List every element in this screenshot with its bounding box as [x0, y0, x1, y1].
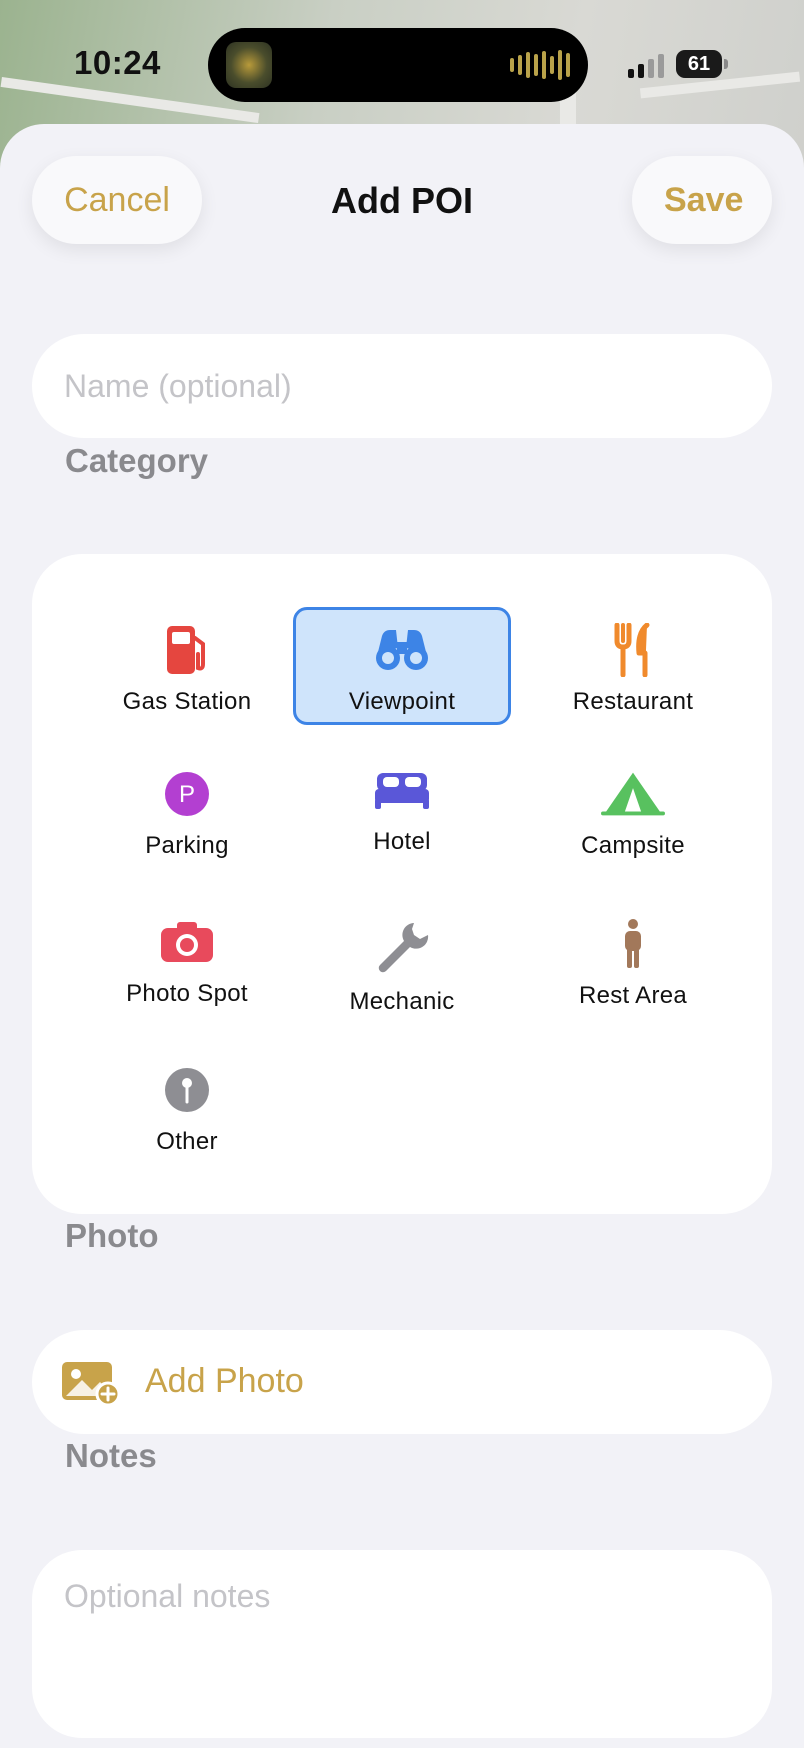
add-photo-button[interactable]: Add Photo — [32, 1330, 772, 1434]
category-campsite[interactable]: Campsite — [524, 754, 742, 872]
category-label: Parking — [145, 832, 229, 859]
add-photo-label: Add Photo — [145, 1362, 304, 1400]
category-other[interactable]: Other — [78, 1050, 296, 1168]
category-parking[interactable]: P Parking — [78, 754, 296, 872]
notes-section-label: Notes — [65, 1437, 157, 1474]
add-photo-icon — [60, 1360, 122, 1409]
category-viewpoint[interactable]: Viewpoint — [293, 607, 511, 725]
battery-cap — [724, 59, 728, 69]
category-label: Photo Spot — [126, 980, 248, 1007]
battery-level: 61 — [687, 53, 711, 75]
category-label: Campsite — [581, 832, 685, 859]
battery-icon: 61 — [676, 50, 722, 78]
add-poi-sheet: Cancel Add POI Save Category Gas Station — [0, 124, 804, 1748]
person-icon — [601, 912, 665, 976]
category-mechanic[interactable]: Mechanic — [293, 904, 511, 1022]
cellular-signal-icon — [628, 54, 664, 78]
category-hotel[interactable]: Hotel — [293, 750, 511, 868]
camera-icon — [155, 910, 219, 974]
svg-text:P: P — [179, 781, 195, 808]
category-label: Viewpoint — [348, 688, 456, 715]
audio-waveform-icon — [510, 50, 570, 80]
category-rest-area[interactable]: Rest Area — [524, 904, 742, 1022]
binoculars-icon — [370, 618, 434, 682]
category-label: Gas Station — [122, 688, 252, 715]
category-label: Restaurant — [572, 688, 694, 715]
category-restaurant[interactable]: Restaurant — [524, 610, 742, 728]
parking-icon: P — [155, 762, 219, 826]
status-time: 10:24 — [74, 44, 161, 81]
fork-knife-icon — [601, 618, 665, 682]
status-bar: 10:24 61 — [0, 0, 804, 130]
notes-input[interactable] — [32, 1550, 772, 1738]
wrench-icon — [370, 912, 434, 982]
bed-icon — [370, 758, 434, 822]
dynamic-island[interactable] — [208, 28, 588, 102]
gas-pump-icon — [155, 618, 219, 682]
category-label: Mechanic — [349, 988, 455, 1015]
category-label: Other — [156, 1128, 218, 1155]
category-label: Rest Area — [578, 982, 688, 1009]
pin-icon — [155, 1058, 219, 1122]
save-button[interactable]: Save — [632, 156, 772, 244]
tent-icon — [601, 762, 665, 826]
now-playing-artwork-icon — [226, 42, 272, 88]
category-grid: Gas Station Viewpoint Restaurant P Parki… — [32, 554, 772, 1214]
name-input[interactable] — [32, 334, 772, 438]
category-label: Hotel — [373, 828, 431, 855]
category-gas-station[interactable]: Gas Station — [78, 610, 296, 728]
category-photo-spot[interactable]: Photo Spot — [78, 902, 296, 1020]
photo-section-label: Photo — [65, 1217, 159, 1254]
category-section-label: Category — [65, 442, 209, 479]
